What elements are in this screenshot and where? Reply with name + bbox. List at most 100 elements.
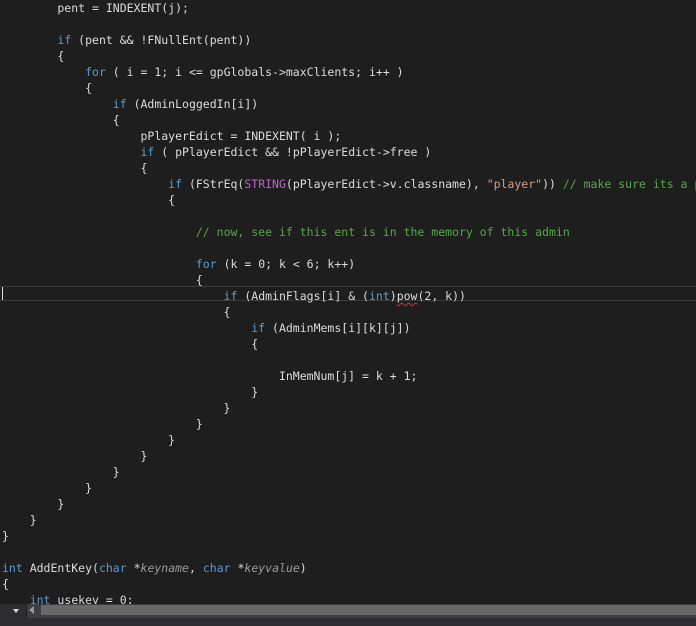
code-token: keyvalue: [244, 561, 300, 575]
code-token: (2, k)): [417, 289, 466, 303]
code-token: ,: [188, 561, 203, 575]
code-line[interactable]: if (pent && !FNullEnt(pent)): [2, 32, 251, 48]
code-line[interactable]: {: [2, 48, 64, 64]
code-token: }: [2, 449, 148, 463]
code-token: }: [2, 417, 203, 431]
code-line[interactable]: {: [2, 80, 92, 96]
code-token: (pPlayerEdict->v.classname),: [285, 177, 487, 191]
code-token: {: [2, 49, 65, 63]
code-token: *: [230, 561, 245, 575]
code-token: }: [2, 401, 231, 415]
code-token: ( i = 1; i <= gpGlobals->maxClients; i++…: [105, 65, 404, 79]
code-editor[interactable]: pent = INDEXENT(j); if (pent && !FNullEn…: [0, 0, 696, 604]
code-token: )): [542, 177, 563, 191]
code-token: // make sure its a player: [562, 177, 696, 191]
code-token: *: [126, 561, 141, 575]
code-token: if: [223, 289, 238, 303]
code-token: char: [202, 561, 231, 575]
code-token: (AdminMems[i][k][j]): [265, 321, 411, 335]
code-line[interactable]: }: [2, 384, 258, 400]
code-token: int: [29, 593, 51, 604]
code-token: STRING: [244, 177, 286, 191]
code-token: {: [2, 337, 259, 351]
horizontal-scrollbar[interactable]: [0, 604, 696, 626]
code-line[interactable]: for (k = 0; k < 6; k++): [2, 256, 355, 272]
code-line[interactable]: InMemNum[j] = k + 1;: [2, 368, 417, 384]
code-line[interactable]: if (FStrEq(STRING(pPlayerEdict->v.classn…: [2, 176, 696, 192]
code-token: if: [168, 177, 183, 191]
code-token: if: [112, 97, 127, 111]
code-token: }: [2, 481, 93, 495]
code-line[interactable]: if (AdminLoggedIn[i]): [2, 96, 258, 112]
code-line[interactable]: pent = INDEXENT(j);: [2, 0, 189, 16]
code-line[interactable]: }: [2, 512, 37, 528]
code-line[interactable]: }: [2, 480, 92, 496]
code-line[interactable]: {: [2, 304, 231, 320]
code-line[interactable]: }: [2, 496, 64, 512]
code-token: for: [195, 257, 217, 271]
code-token: pent = INDEXENT(j);: [2, 1, 189, 15]
code-token: }: [2, 385, 259, 399]
code-line[interactable]: {: [2, 112, 120, 128]
chevron-down-icon: [13, 609, 19, 613]
code-token: if: [57, 33, 72, 47]
code-line[interactable]: int AddEntKey(char *keyname, char *keyva…: [2, 560, 307, 576]
code-line[interactable]: {: [2, 272, 203, 288]
code-token: "player": [486, 177, 543, 191]
code-line[interactable]: if (AdminFlags[i] & (int)pow(2, k)): [2, 288, 466, 304]
code-line[interactable]: }: [2, 432, 175, 448]
code-token: }: [2, 529, 9, 543]
code-token: pow: [396, 289, 418, 303]
code-token: {: [2, 193, 176, 207]
scrollbar-thumb[interactable]: [41, 605, 696, 615]
code-token: if: [140, 145, 155, 159]
code-line[interactable]: if (AdminMems[i][k][j]): [2, 320, 411, 336]
code-token: int: [2, 561, 23, 575]
code-token: ): [389, 289, 397, 303]
code-token: pPlayerEdict = INDEXENT( i );: [2, 129, 342, 143]
code-line[interactable]: for ( i = 1; i <= gpGlobals->maxClients;…: [2, 64, 404, 80]
zoom-dropdown[interactable]: [0, 604, 27, 618]
code-token: int: [368, 289, 390, 303]
code-line[interactable]: }: [2, 416, 203, 432]
code-token: for: [85, 65, 106, 79]
code-line[interactable]: pPlayerEdict = INDEXENT( i );: [2, 128, 341, 144]
code-token: {: [2, 161, 148, 175]
code-line[interactable]: }: [2, 448, 147, 464]
code-token: {: [2, 273, 203, 287]
code-token: AddEntKey(: [22, 561, 99, 575]
code-line[interactable]: if ( pPlayerEdict && !pPlayerEdict->free…: [2, 144, 431, 160]
code-line[interactable]: }: [2, 464, 120, 480]
code-token: {: [2, 113, 120, 127]
arrow-left-icon[interactable]: [29, 606, 34, 614]
text-caret: [2, 287, 3, 300]
code-token: }: [2, 513, 37, 527]
code-line[interactable]: {: [2, 160, 147, 176]
code-line[interactable]: {: [2, 192, 175, 208]
code-line[interactable]: {: [2, 576, 9, 592]
code-line[interactable]: // now, see if this ent is in the memory…: [2, 224, 570, 240]
code-line[interactable]: }: [2, 400, 231, 416]
code-token: (AdminLoggedIn[i]): [126, 97, 259, 111]
code-token: if: [251, 321, 266, 335]
code-token: ): [299, 561, 307, 575]
status-strip: [0, 618, 696, 626]
code-token: keyname: [140, 561, 189, 575]
code-token: }: [2, 497, 65, 511]
code-token: {: [2, 577, 9, 591]
code-token: (k = 0; k < 6; k++): [216, 257, 356, 271]
code-line[interactable]: {: [2, 336, 258, 352]
code-line[interactable]: }: [2, 528, 9, 544]
code-line[interactable]: int usekey = 0;: [2, 592, 134, 604]
code-token: (pent && !FNullEnt(pent)): [71, 33, 252, 47]
